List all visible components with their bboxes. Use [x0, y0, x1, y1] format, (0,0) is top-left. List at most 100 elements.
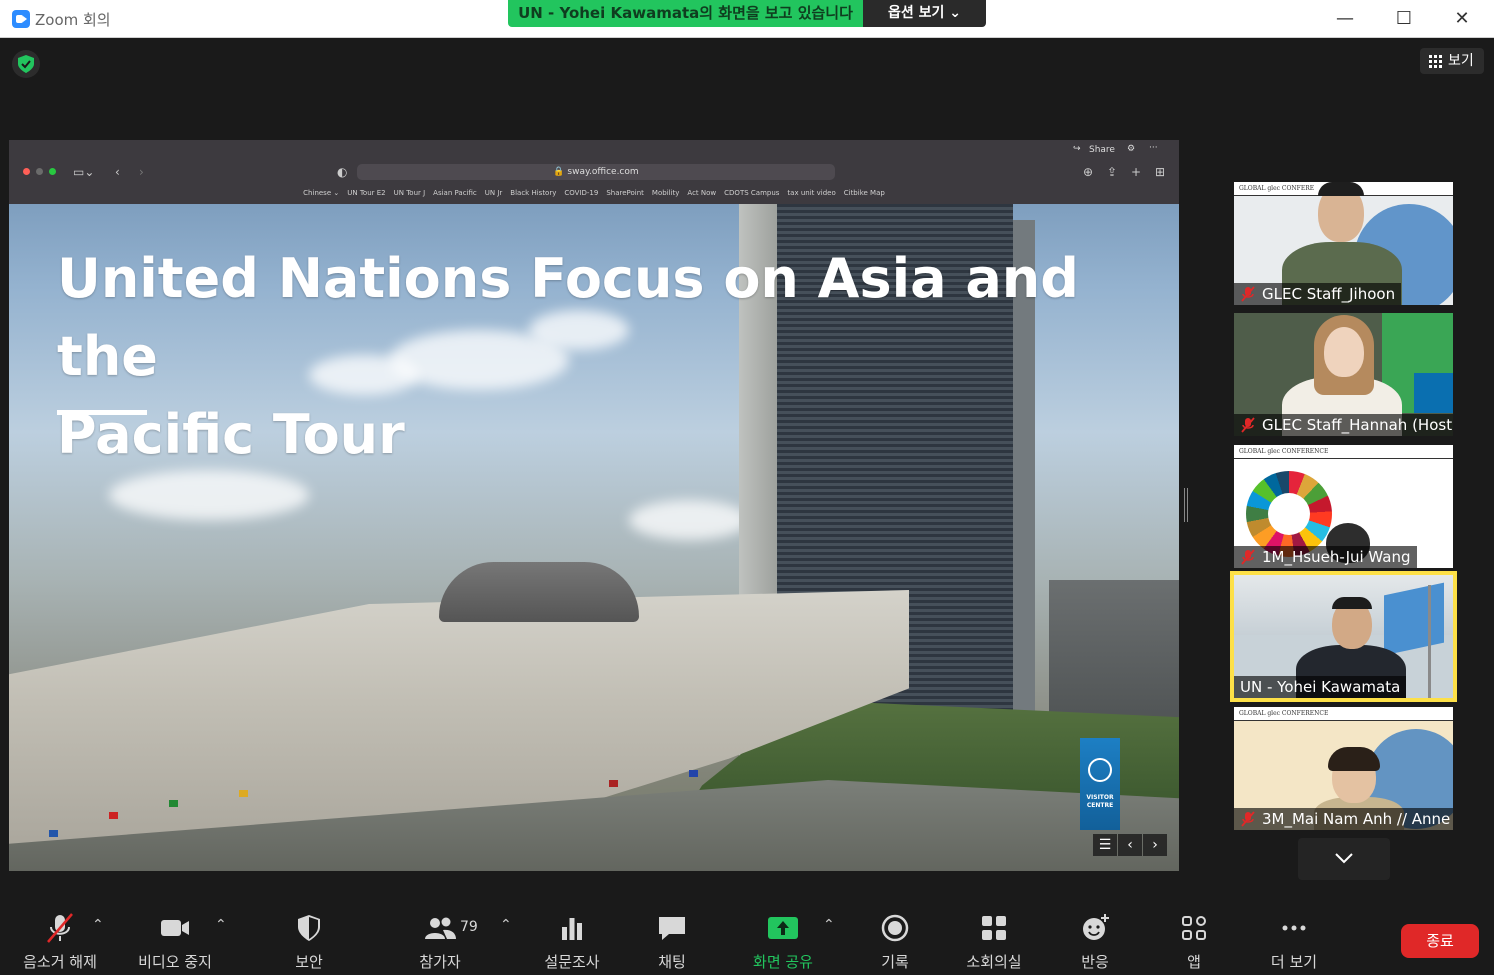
address-bar[interactable]: 🔒 sway.office.com [357, 164, 835, 180]
participant-tile[interactable]: GLOBAL glec CONFERENCE 1M_Hsueh-Jui Wang [1234, 445, 1453, 568]
participants-count: 79 [460, 919, 478, 935]
participant-name-tag: 3M_Mai Nam Anh // Anne [1234, 808, 1453, 830]
meeting-main-area: 보기 VISITOR CENTRE ▭⌄ ‹ › ◐ 🔒 sway.office… [0, 38, 1494, 895]
participant-name-tag: UN - Yohei Kawamata [1234, 676, 1407, 698]
close-dot-icon[interactable] [23, 168, 30, 175]
participant-tile-active-speaker[interactable]: UN - Yohei Kawamata [1230, 571, 1457, 702]
audio-options-caret-icon[interactable]: ⌃ [92, 917, 104, 933]
sidebar-toggle-icon[interactable]: ▭⌄ [73, 165, 94, 179]
forward-icon[interactable]: › [139, 165, 144, 179]
new-tab-icon[interactable]: + [1131, 165, 1141, 179]
unmute-button[interactable]: 음소거 해제 [18, 911, 102, 973]
participant-hair [1318, 182, 1364, 196]
bookmark-item[interactable]: Mobility [652, 189, 680, 197]
minimize-button[interactable]: — [1330, 6, 1360, 32]
slide-prev-icon[interactable]: ‹ [1118, 834, 1142, 856]
screen-share-banner: UN - Yohei Kawamata의 화면을 보고 있습니다 [508, 0, 863, 27]
bookmark-item[interactable]: SharePoint [606, 189, 644, 197]
privacy-shield-icon[interactable]: ◐ [337, 165, 347, 179]
bookmark-item[interactable]: COVID-19 [564, 189, 598, 197]
bookmark-item[interactable]: CDOTS Campus [724, 189, 779, 197]
chat-button[interactable]: 채팅 [648, 911, 696, 973]
participants-button[interactable]: 참가자 [414, 911, 466, 973]
reactions-button[interactable]: 반응 [1072, 911, 1118, 973]
tile-banner: GLOBAL glec CONFERENCE [1234, 445, 1453, 459]
apps-button[interactable]: 앱 [1174, 911, 1214, 973]
bookmark-item[interactable]: UN Tour E2 [347, 189, 385, 197]
record-button[interactable]: 기록 [870, 911, 920, 973]
encryption-shield-icon[interactable] [12, 50, 40, 78]
more-icon[interactable]: ··· [1149, 143, 1158, 153]
browser-toolbar: ▭⌄ ‹ › ◐ 🔒 sway.office.com ⊕ ⇪ + ⊞ Chine… [9, 140, 1179, 204]
smiley-icon [1083, 914, 1109, 940]
security-button[interactable]: 보안 [284, 911, 334, 973]
record-icon [881, 914, 909, 942]
slide-navigation-list-icon[interactable]: ☰ [1093, 834, 1117, 856]
settings-icon[interactable]: ⚙ [1127, 144, 1135, 154]
flag [49, 830, 58, 837]
maximize-button[interactable]: ☐ [1389, 6, 1419, 32]
flag [609, 780, 618, 787]
security-shield-icon [298, 915, 320, 941]
participants-options-caret-icon[interactable]: ⌃ [500, 917, 512, 933]
muted-mic-icon [1241, 417, 1255, 433]
bookmarks-bar: Chinese ⌄ UN Tour E2 UN Tour J Asian Pacifi… [9, 189, 1179, 201]
sdg-wheel-center [1268, 493, 1310, 535]
tile-banner: GLOBAL glec CONFERENCE [1234, 707, 1453, 721]
bookmark-item[interactable]: UN Jr [485, 189, 503, 197]
view-layout-button[interactable]: 보기 [1420, 48, 1484, 74]
minimize-dot-icon[interactable] [36, 168, 43, 175]
share-screen-icon [768, 917, 798, 939]
scroll-participants-down-button[interactable] [1298, 838, 1390, 880]
polls-button[interactable]: 설문조사 [538, 911, 606, 973]
visitor-centre-sign: VISITOR CENTRE [1080, 738, 1120, 830]
share-options-caret-icon[interactable]: ⌃ [823, 917, 835, 933]
view-layout-label: 보기 [1448, 53, 1474, 69]
participant-tile[interactable]: GLEC Staff_Hannah (Host) [1234, 313, 1453, 436]
zoom-dot-icon[interactable] [49, 168, 56, 175]
zoom-app-icon [12, 10, 30, 28]
bar-chart-icon [562, 918, 582, 940]
share-icon[interactable]: ⇪ [1107, 165, 1117, 179]
flag [239, 790, 248, 797]
participant-tile[interactable]: GLOBAL glec CONFERENCE 3M_Mai Nam Anh //… [1234, 707, 1453, 830]
bookmark-item[interactable]: Citbike Map [844, 189, 885, 197]
window-titlebar: Zoom 회의 UN - Yohei Kawamata의 화면을 보고 있습니다… [0, 0, 1494, 38]
back-icon[interactable]: ‹ [115, 165, 120, 179]
participant-name-tag: 1M_Hsueh-Jui Wang [1234, 546, 1417, 568]
participant-tile[interactable]: GLOBAL glec CONFERE GLEC Staff_Jihoon [1234, 182, 1453, 305]
panel-resize-handle[interactable] [1184, 488, 1188, 522]
participant-head [1324, 327, 1364, 377]
more-button[interactable]: 더 보기 [1266, 911, 1322, 973]
bookmark-item[interactable]: Chinese ⌄ [303, 189, 339, 197]
share-arrow-icon: ↪ [1073, 144, 1081, 154]
sway-share-button[interactable]: Share [1089, 145, 1115, 155]
bookmark-item[interactable]: Asian Pacific [433, 189, 477, 197]
flag [109, 812, 118, 819]
breakout-rooms-button[interactable]: 소회의실 [960, 911, 1028, 973]
view-options-button[interactable]: 옵션 보기 ⌄ [863, 0, 986, 27]
participant-name-tag: GLEC Staff_Hannah (Host) [1234, 414, 1453, 436]
bookmark-item[interactable]: tax unit video [787, 189, 835, 197]
flag [689, 770, 698, 777]
participant-hair [1332, 597, 1372, 609]
bookmark-item[interactable]: Act Now [687, 189, 716, 197]
muted-mic-icon [1241, 286, 1255, 302]
shared-screen[interactable]: VISITOR CENTRE ▭⌄ ‹ › ◐ 🔒 sway.office.co… [9, 140, 1179, 871]
share-screen-button[interactable]: 화면 공유 [748, 911, 818, 973]
window-title: Zoom 회의 [35, 11, 111, 29]
mic-muted-icon [47, 913, 73, 943]
bookmark-item[interactable]: Black History [510, 189, 556, 197]
muted-mic-icon [1241, 549, 1255, 565]
un-flag [1384, 582, 1444, 656]
end-meeting-button[interactable]: 종료 [1401, 924, 1479, 958]
video-options-caret-icon[interactable]: ⌃ [215, 917, 227, 933]
download-icon[interactable]: ⊕ [1083, 165, 1093, 179]
tab-overview-icon[interactable]: ⊞ [1155, 165, 1165, 179]
meeting-toolbar: 음소거 해제 ⌃ 비디오 중지 ⌃ 보안 참가자 79 ⌃ 설문조사 채팅 화면… [0, 895, 1494, 975]
bookmark-item[interactable]: UN Tour J [394, 189, 426, 197]
stop-video-button[interactable]: 비디오 중지 [133, 911, 217, 973]
apps-icon [1182, 916, 1206, 940]
close-button[interactable]: ✕ [1447, 6, 1477, 32]
slide-next-icon[interactable]: › [1143, 834, 1167, 856]
